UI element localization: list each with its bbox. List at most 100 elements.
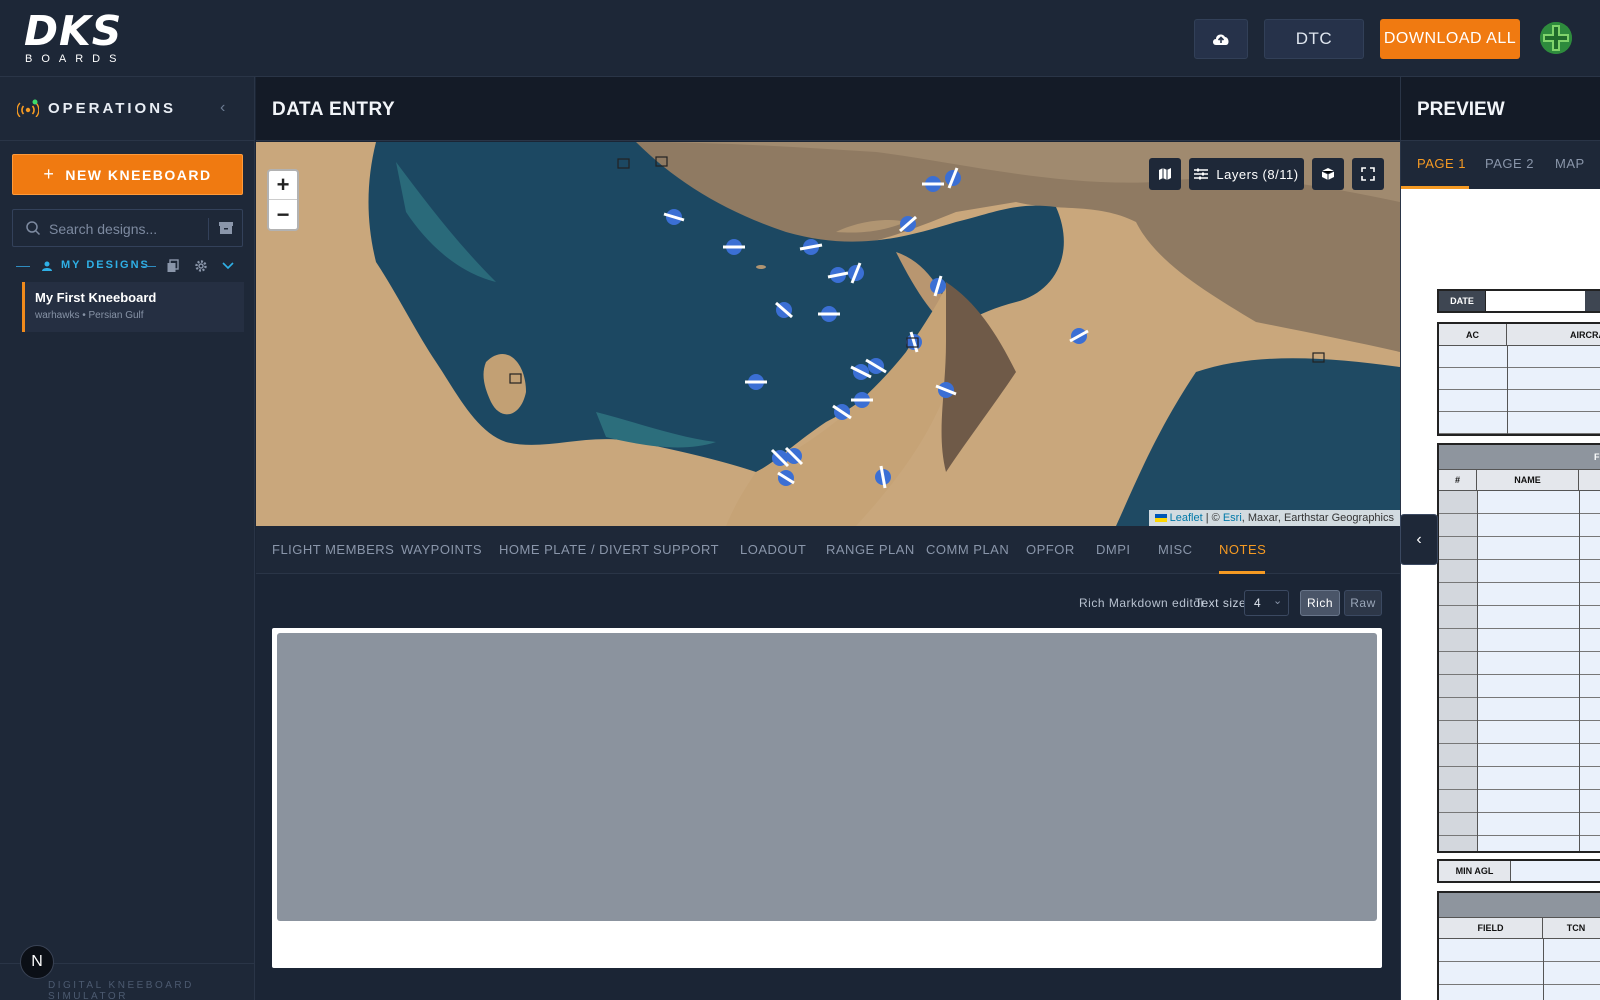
name-header: NAME: [1477, 470, 1579, 490]
flight-num-column: [1439, 491, 1477, 851]
archive-icon[interactable]: [218, 220, 234, 236]
esri-link[interactable]: Esri: [1223, 512, 1242, 524]
cube-icon: [1321, 168, 1335, 180]
waypoint-marker: [770, 448, 790, 468]
search-input[interactable]: [49, 218, 199, 240]
waypoint-marker: [850, 364, 872, 380]
waypoint-marker: [865, 358, 887, 374]
group-icon: [42, 261, 52, 271]
search-box: [12, 209, 243, 247]
design-name: My First Kneeboard: [35, 290, 157, 305]
tab-opfor[interactable]: OPFOR: [1026, 542, 1075, 557]
tab-map[interactable]: MAP: [1555, 156, 1585, 171]
gear-icon[interactable]: [194, 259, 208, 273]
date-label: DATE: [1439, 291, 1485, 311]
text-size-value: 4: [1254, 596, 1261, 610]
flight-header: FL: [1439, 445, 1600, 469]
tcn-header: TCN: [1566, 923, 1586, 933]
toggle-preview-button[interactable]: ‹: [1400, 514, 1438, 565]
min-agl-field: [1511, 861, 1600, 881]
target-marker: [1312, 352, 1325, 363]
aircraft-table: AC AIRCRA: [1437, 322, 1600, 436]
rich-mode-button[interactable]: Rich: [1300, 590, 1340, 616]
aircraft-header: AIRCRA: [1570, 330, 1600, 340]
waypoint-marker: [827, 267, 849, 283]
tab-misc[interactable]: MISC: [1158, 542, 1193, 557]
new-kneeboard-label: NEW KNEEBOARD: [65, 166, 212, 183]
waypoint-marker: [777, 470, 795, 486]
chevron-down-icon: ⌄: [1273, 595, 1283, 607]
cloud-upload-icon: [1213, 34, 1229, 45]
raw-mode-button[interactable]: Raw: [1344, 590, 1382, 616]
3d-view-button[interactable]: [1312, 158, 1344, 190]
waypoint-marker: [775, 301, 793, 319]
avatar-pattern-icon: [1540, 22, 1572, 54]
tab-notes[interactable]: NOTES: [1219, 542, 1266, 557]
data-entry-header: DATA ENTRY: [256, 77, 1400, 141]
waypoint-marker: [723, 239, 745, 255]
map-attribution: Leaflet | © Esri, Maxar, Earthstar Geogr…: [1148, 510, 1400, 526]
map-style-button[interactable]: [1149, 158, 1181, 190]
collapse-sidebar-icon[interactable]: ‹: [220, 99, 225, 117]
dtc-button[interactable]: DTC: [1264, 19, 1364, 59]
text-size-label: Text size:: [1195, 596, 1251, 610]
my-designs-row: MY DESIGNS: [16, 258, 241, 274]
leaflet-link[interactable]: Leaflet: [1170, 512, 1203, 524]
tab-page-1[interactable]: PAGE 1: [1417, 156, 1466, 171]
min-agl-row: MIN AGL: [1437, 859, 1600, 883]
sidebar: OPERATIONS ‹ + NEW KNEEBOARD MY DESIGNS: [0, 77, 255, 1000]
broadcast-icon: [17, 99, 39, 117]
zoom-control: + −: [267, 169, 299, 231]
plus-icon: +: [43, 164, 56, 184]
sliders-icon: [1194, 168, 1209, 180]
tab-loadout[interactable]: LOADOUT: [740, 542, 806, 557]
target-marker: [509, 373, 522, 384]
tab-range-plan[interactable]: RANGE PLAN: [826, 542, 915, 557]
fullscreen-button[interactable]: [1352, 158, 1384, 190]
app-logo[interactable]: DKS BOARDS: [24, 10, 146, 66]
tab-flight-members[interactable]: FLIGHT MEMBERS: [272, 542, 394, 557]
map-view[interactable]: + − Layers (8/11) Leaflet | © Esri, Maxa…: [256, 142, 1400, 526]
tab-waypoints[interactable]: WAYPOINTS: [401, 542, 482, 557]
waypoint-marker: [875, 465, 891, 489]
tab-comm-plan[interactable]: COMM PLAN: [926, 542, 1009, 557]
operations-title: OPERATIONS: [48, 100, 177, 117]
footer-text: DIGITAL KNEEBOARD SIMULATOR: [48, 980, 194, 1000]
waypoint-marker: [663, 209, 685, 225]
waypoint-marker: [945, 167, 961, 189]
zoom-in-button[interactable]: +: [269, 171, 297, 200]
waypoint-markers: [509, 156, 1325, 489]
zoom-out-button[interactable]: −: [269, 200, 297, 229]
user-avatar[interactable]: [1540, 22, 1572, 54]
logo-sub: BOARDS: [25, 53, 126, 65]
text-size-select[interactable]: 4 ⌄: [1244, 590, 1289, 616]
map-icon: [1159, 168, 1171, 180]
date-field: [1485, 291, 1585, 311]
editor-content-area[interactable]: [277, 633, 1377, 921]
num-header: #: [1439, 470, 1477, 490]
layers-button[interactable]: Layers (8/11): [1189, 158, 1304, 190]
aircraft-rows: [1439, 346, 1600, 434]
tab-support[interactable]: SUPPORT: [653, 542, 719, 557]
new-kneeboard-button[interactable]: + NEW KNEEBOARD: [12, 154, 243, 195]
cloud-upload-button[interactable]: [1194, 19, 1248, 59]
data-entry-tabs: FLIGHT MEMBERS WAYPOINTS HOME PLATE / DI…: [256, 526, 1400, 574]
tab-dmpi[interactable]: DMPI: [1096, 542, 1131, 557]
attribution-sep: | ©: [1202, 512, 1223, 524]
tab-page-2[interactable]: PAGE 2: [1485, 156, 1534, 171]
flight-rows: [1477, 491, 1600, 851]
field-rows: [1439, 939, 1600, 1000]
date-row: DATE: [1437, 289, 1600, 313]
min-agl-label: MIN AGL: [1439, 861, 1511, 881]
waypoint-marker: [930, 275, 946, 297]
search-icon: [26, 221, 41, 236]
design-item[interactable]: My First Kneeboard warhawks • Persian Gu…: [22, 282, 244, 332]
notes-editor[interactable]: [272, 628, 1382, 968]
download-all-button[interactable]: DOWNLOAD ALL: [1380, 19, 1520, 59]
copy-icon[interactable]: [166, 259, 180, 273]
tab-home-plate[interactable]: HOME PLATE / DIVERT: [499, 542, 650, 557]
waypoint-marker: [906, 331, 922, 353]
chevron-down-icon[interactable]: [222, 261, 234, 271]
n-badge[interactable]: N: [20, 945, 54, 979]
target-marker: [617, 158, 630, 169]
